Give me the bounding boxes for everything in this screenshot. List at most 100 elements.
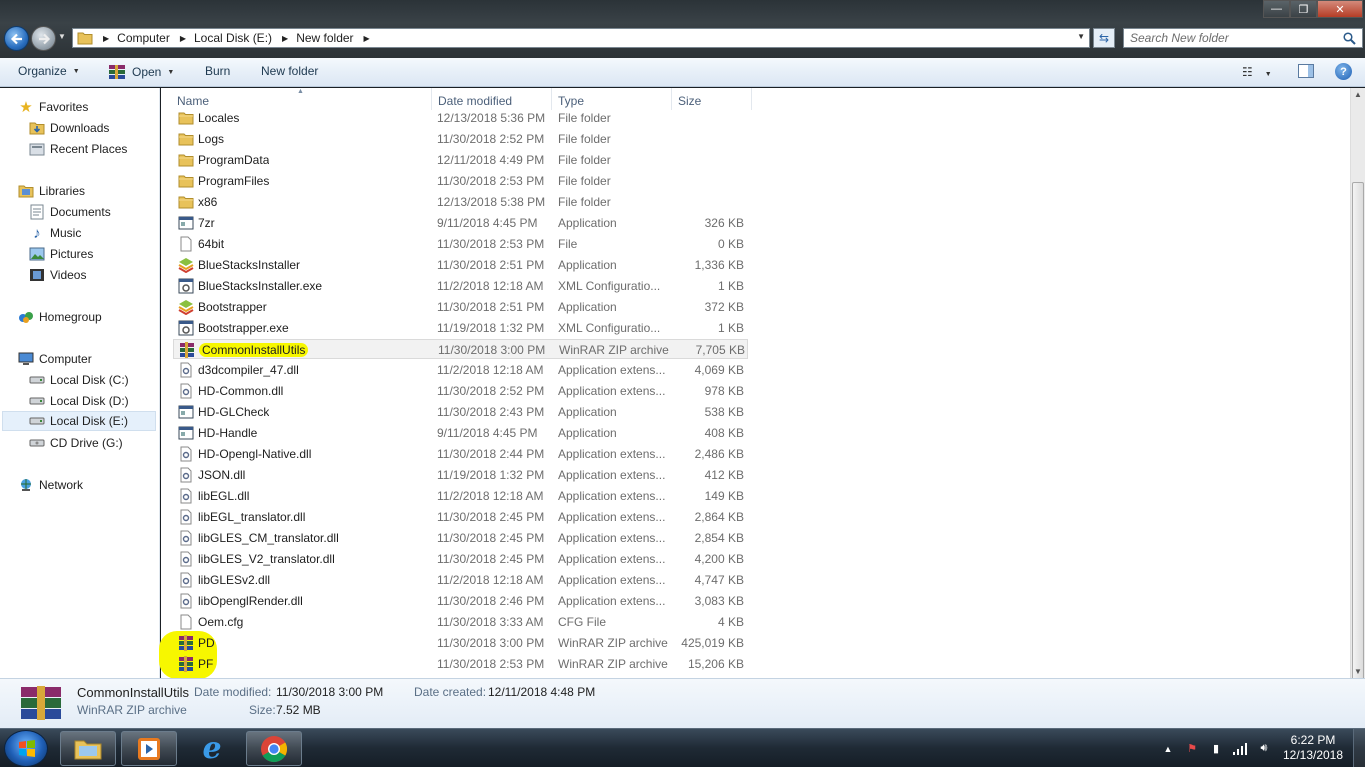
system-clock[interactable]: 6:22 PM 12/13/2018 [1280,733,1346,763]
breadcrumb-computer[interactable]: Computer [117,31,170,45]
file-type: XML Configuratio... [558,279,661,293]
file-row[interactable]: Locales 12/13/2018 5:36 PM File folder [173,108,748,128]
vertical-scrollbar[interactable]: ▲ ▼ [1350,88,1365,742]
file-name-text: libEGL.dll [198,489,250,503]
file-date-modified: 11/2/2018 12:18 AM [437,279,544,293]
device-icon[interactable]: ▮ [1208,741,1224,757]
taskbar: e ▲ ⚑ ▮ 🔊︎ 6:22 PM 12/13/2018 [0,728,1365,767]
nav-cd-drive-g[interactable]: CD Drive (G:) [29,433,123,453]
organize-button[interactable]: Organize ▼ [18,64,80,78]
nav-local-disk-e[interactable]: Local Disk (E:) [2,411,156,431]
file-row[interactable]: d3dcompiler_47.dll 11/2/2018 12:18 AM Appl… [173,360,748,380]
nav-documents[interactable]: Documents [29,202,111,222]
file-row[interactable]: libGLESv2.dll 11/2/2018 12:18 AM Applicati… [173,570,748,590]
file-row[interactable]: Bootstrapper 11/30/2018 2:51 PM Applicatio… [173,297,748,317]
file-row[interactable]: HD-Handle 9/11/2018 4:45 PM Application 408… [173,423,748,443]
file-row[interactable]: PD 11/30/2018 3:00 PM WinRAR ZIP archive 42… [173,633,748,653]
nav-videos[interactable]: Videos [29,265,86,285]
scroll-down-icon[interactable]: ▼ [1354,667,1362,676]
file-row[interactable]: libEGL_translator.dll 11/30/2018 2:45 PM A… [173,507,748,527]
breadcrumb-local-disk-e[interactable]: Local Disk (E:) [194,31,272,45]
close-button[interactable]: ✕ [1317,0,1363,18]
file-row[interactable]: Bootstrapper.exe 11/19/2018 1:32 PM XML Co… [173,318,748,338]
file-row[interactable]: 7zr 9/11/2018 4:45 PM Application 326 KB [173,213,748,233]
action-center-icon[interactable]: ⚑ [1184,741,1200,757]
file-row[interactable]: libOpenglRender.dll 11/30/2018 2:46 PM App… [173,591,748,611]
file-name-text: Oem.cfg [198,615,244,629]
file-row[interactable]: Logs 11/30/2018 2:52 PM File folder [173,129,748,149]
forward-button[interactable] [31,26,56,51]
file-row[interactable]: Oem.cfg 11/30/2018 3:33 AM CFG File 4 KB [173,612,748,632]
file-row[interactable]: HD-GLCheck 11/30/2018 2:43 PM Application 5… [173,402,748,422]
column-header-type[interactable]: Type [558,94,584,108]
nav-local-disk-c[interactable]: Local Disk (C:) [29,370,129,390]
preview-pane-button[interactable] [1298,64,1314,78]
file-row[interactable]: BlueStacksInstaller.exe 11/2/2018 12:18 A… [173,276,748,296]
nav-downloads[interactable]: Downloads [29,118,109,138]
column-header-date-modified[interactable]: Date modified [438,94,512,108]
file-date-modified: 11/30/2018 2:53 PM [437,174,545,188]
breadcrumb-new-folder[interactable]: New folder [296,31,353,45]
help-button[interactable]: ? [1335,63,1352,80]
file-row[interactable]: HD-Opengl-Native.dll 11/30/2018 2:44 PM Ap… [173,444,748,464]
file-row[interactable]: libGLES_CM_translator.dll 11/30/2018 2:45… [173,528,748,548]
nav-computer[interactable]: Computer [18,349,92,369]
file-name: libEGL.dll [198,489,249,503]
restore-button[interactable]: ❐ [1290,0,1317,18]
file-row[interactable]: libGLES_V2_translator.dll 11/30/2018 2:45… [173,549,748,569]
column-header-size[interactable]: Size [678,94,701,108]
scroll-up-icon[interactable]: ▲ [1354,90,1362,99]
file-type: Application extens... [558,363,666,377]
minimize-button[interactable]: — [1263,0,1290,18]
burn-button[interactable]: Burn [205,64,230,78]
nav-local-disk-d[interactable]: Local Disk (D:) [29,391,129,411]
nav-music[interactable]: ♪ Music [29,223,81,243]
show-hidden-icons-icon[interactable]: ▲ [1160,741,1176,757]
search-input[interactable] [1130,31,1340,45]
file-row[interactable]: PF 11/30/2018 2:53 PM WinRAR ZIP archive 15… [173,654,748,674]
file-row[interactable]: x86 12/13/2018 5:38 PM File folder [173,192,748,212]
breadcrumb-separator[interactable]: ▶ [180,34,186,43]
change-view-button[interactable]: ☷ ▼ [1242,65,1272,79]
recent-pages-dropdown[interactable]: ▼ [58,32,68,44]
volume-icon[interactable]: 🔊︎ [1256,741,1272,757]
nav-recent-places[interactable]: Recent Places [29,139,127,159]
file-row[interactable]: JSON.dll 11/19/2018 1:32 PM Application ex… [173,465,748,485]
file-row[interactable]: libEGL.dll 11/2/2018 12:18 AM Application … [173,486,748,506]
taskbar-explorer[interactable] [60,731,116,766]
refresh-button[interactable]: ⇆ [1093,28,1115,48]
search-icon[interactable] [1343,32,1356,45]
file-row[interactable]: HD-Common.dll 11/30/2018 2:52 PM Applicati… [173,381,748,401]
file-row[interactable]: BlueStacksInstaller 11/30/2018 2:51 PM App… [173,255,748,275]
new-folder-button[interactable]: New folder [261,64,318,78]
taskbar-internet-explorer[interactable]: e [184,731,240,766]
start-button[interactable] [4,730,48,767]
column-header-name[interactable]: Name [177,94,209,108]
open-button[interactable]: Open ▼ [108,64,174,80]
taskbar-chrome[interactable] [246,731,302,766]
breadcrumb-separator[interactable]: ▶ [364,34,370,43]
show-desktop-button[interactable] [1353,729,1365,767]
nav-pictures[interactable]: Pictures [29,244,93,264]
address-bar[interactable]: ▶ Computer ▶ Local Disk (E:) ▶ New folde… [72,28,1090,48]
nav-favorites[interactable]: ★ Favorites [18,97,88,117]
search-box[interactable] [1123,28,1363,48]
scrollbar-thumb[interactable] [1352,182,1364,742]
file-row[interactable]: ProgramFiles 11/30/2018 2:53 PM File folde… [173,171,748,191]
file-name-text: x86 [198,195,218,209]
file-date-modified: 11/30/2018 2:45 PM [437,510,545,524]
nav-homegroup[interactable]: Homegroup [18,307,102,327]
network-signal-icon[interactable] [1232,741,1248,757]
file-row[interactable]: CommonInstallUtils 11/30/2018 3:00 PM WinR… [173,339,748,359]
config-icon [178,278,194,294]
file-row[interactable]: ProgramData 12/11/2018 4:49 PM File folder [173,150,748,170]
breadcrumb-separator[interactable]: ▶ [103,34,109,43]
nav-network[interactable]: Network [18,475,83,495]
chevron-down-icon[interactable]: ▼ [1077,32,1085,41]
taskbar-media-player[interactable] [121,731,177,766]
nav-libraries[interactable]: Libraries [18,181,85,201]
back-button[interactable] [4,26,29,51]
file-row[interactable]: 64bit 11/30/2018 2:53 PM File 0 KB [173,234,748,254]
drive-icon [29,393,45,409]
breadcrumb-separator[interactable]: ▶ [282,34,288,43]
